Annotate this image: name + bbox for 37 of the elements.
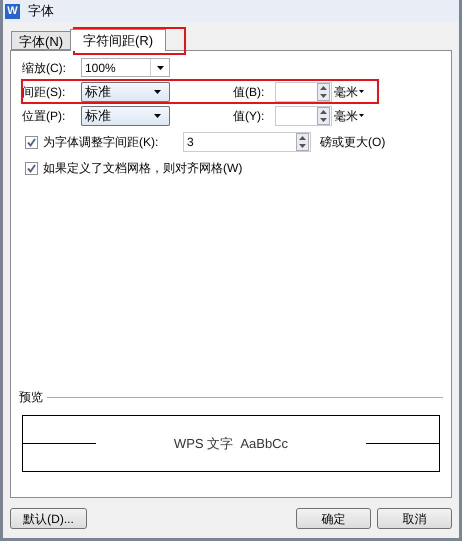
dropdown[interactable]: 标准 [81, 82, 170, 102]
unit-dropdown[interactable]: 毫米 [334, 82, 364, 100]
spin-field[interactable] [275, 106, 332, 126]
field-label: 位置(P): [22, 108, 66, 124]
dropdown-arrow-icon [359, 90, 364, 93]
checkbox-label: 为字体调整字间距(K): [43, 134, 160, 151]
field-label: 磅或更大(O) [320, 134, 386, 151]
spin-field[interactable] [275, 82, 332, 102]
dropdown[interactable]: 标准 [81, 106, 170, 126]
dialog-button[interactable]: 默认(D)... [10, 508, 87, 529]
spin-buttons[interactable] [296, 133, 309, 151]
window-title: 字体 [28, 2, 54, 20]
app-icon: W [5, 4, 20, 18]
combo-value: 100% [85, 60, 117, 76]
spin-buttons[interactable] [317, 106, 330, 124]
tab[interactable]: 字符间距(R) [70, 29, 166, 51]
tab[interactable]: 字体(N) [11, 31, 70, 50]
field-label: 间距(S): [22, 84, 66, 100]
spin-value: 3 [187, 134, 195, 151]
combo-box[interactable]: 100% [81, 58, 170, 77]
spin-buttons[interactable] [317, 82, 330, 100]
dropdown-arrow-icon [156, 66, 164, 70]
field-label: 值(Y): [233, 108, 266, 124]
dropdown-arrow-icon [154, 114, 161, 118]
checkbox[interactable] [25, 136, 38, 148]
spin-field[interactable]: 3 [183, 132, 311, 152]
dialog-button[interactable]: 取消 [377, 508, 452, 529]
field-label: 缩放(C): [22, 60, 67, 76]
preview-sample: WPS 文字 AaBbCc [172, 434, 290, 453]
checkbox-label: 如果定义了文档网格，则对齐网格(W) [43, 160, 242, 177]
unit-dropdown[interactable]: 毫米 [334, 106, 364, 124]
field-label: 值(B): [233, 84, 266, 100]
dropdown-arrow-icon [154, 90, 161, 94]
dropdown-arrow-icon [359, 114, 364, 117]
checkbox[interactable] [25, 162, 38, 174]
dialog-button[interactable]: 确定 [296, 508, 371, 529]
section-label: 预览 [19, 389, 43, 406]
